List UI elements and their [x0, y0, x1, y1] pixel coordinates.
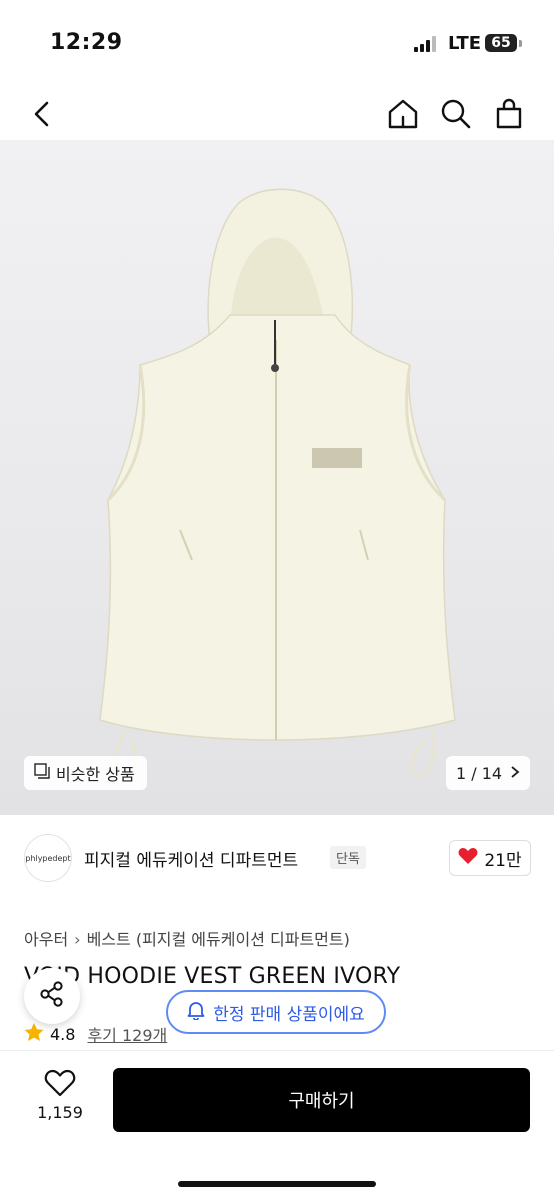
like-button[interactable]: 21만 [449, 840, 531, 876]
bell-icon [187, 1000, 205, 1025]
battery-icon: 65 [485, 34, 517, 52]
limited-sale-label: 한정 판매 상품이에요 [213, 1004, 365, 1025]
bottom-action-bar: 1,159 구매하기 [0, 1050, 554, 1201]
wishlist-count: 1,159 [37, 1103, 83, 1122]
similar-products-button[interactable]: 비슷한 상품 [24, 756, 147, 790]
image-counter-text: 1 / 14 [456, 763, 503, 783]
battery-tip [519, 40, 522, 47]
brand-logo[interactable]: phlypedept [24, 834, 72, 882]
status-time: 12:29 [50, 30, 123, 55]
share-button[interactable] [24, 968, 80, 1024]
similar-items-icon [34, 763, 50, 783]
chevron-left-icon[interactable] [22, 94, 62, 134]
heart-icon [458, 847, 478, 870]
buy-button[interactable]: 구매하기 [113, 1068, 530, 1132]
heart-outline-icon [44, 1069, 76, 1101]
product-title: VOID HOODIE VEST GREEN IVORY [24, 964, 401, 989]
limited-sale-notice[interactable]: 한정 판매 상품이에요 [166, 990, 386, 1034]
brand-row[interactable]: phlypedept 피지컬 에듀케이션 디파트먼트 단독 21만 [0, 830, 554, 886]
image-counter[interactable]: 1 / 14 [446, 756, 530, 790]
status-bar: 12:29 LTE 65 [0, 0, 554, 88]
review-count-link[interactable]: 후기 129개 [87, 1022, 167, 1046]
home-icon[interactable] [383, 94, 423, 134]
top-nav-bar [0, 88, 554, 140]
rating-value: 4.8 [50, 1024, 76, 1044]
star-icon [24, 1022, 44, 1046]
exclusive-badge: 단독 [330, 846, 366, 869]
search-icon[interactable] [436, 94, 476, 134]
network-type: LTE [448, 33, 482, 54]
chevron-right-icon [510, 764, 520, 783]
share-icon [38, 980, 66, 1012]
rating-row[interactable]: 4.8 후기 129개 [24, 1022, 167, 1046]
breadcrumb-subcategory[interactable]: 베스트 (피지컬 에듀케이션 디파트먼트) [87, 930, 350, 949]
breadcrumb-category[interactable]: 아우터 [24, 930, 68, 949]
breadcrumb: 아우터 › 베스트 (피지컬 에듀케이션 디파트먼트) [24, 926, 350, 950]
similar-products-label: 비슷한 상품 [56, 765, 135, 784]
product-image-gallery[interactable]: 비슷한 상품 1 / 14 [0, 140, 554, 815]
home-indicator [178, 1181, 376, 1187]
shopping-bag-icon[interactable] [489, 94, 529, 134]
like-count: 21만 [484, 850, 522, 871]
wishlist-button[interactable]: 1,159 [30, 1069, 90, 1122]
cellular-signal-icon [414, 36, 438, 52]
brand-name[interactable]: 피지컬 에듀케이션 디파트먼트 [84, 846, 298, 871]
chevron-right-icon: › [74, 930, 81, 949]
product-photo-vest [99, 188, 456, 783]
